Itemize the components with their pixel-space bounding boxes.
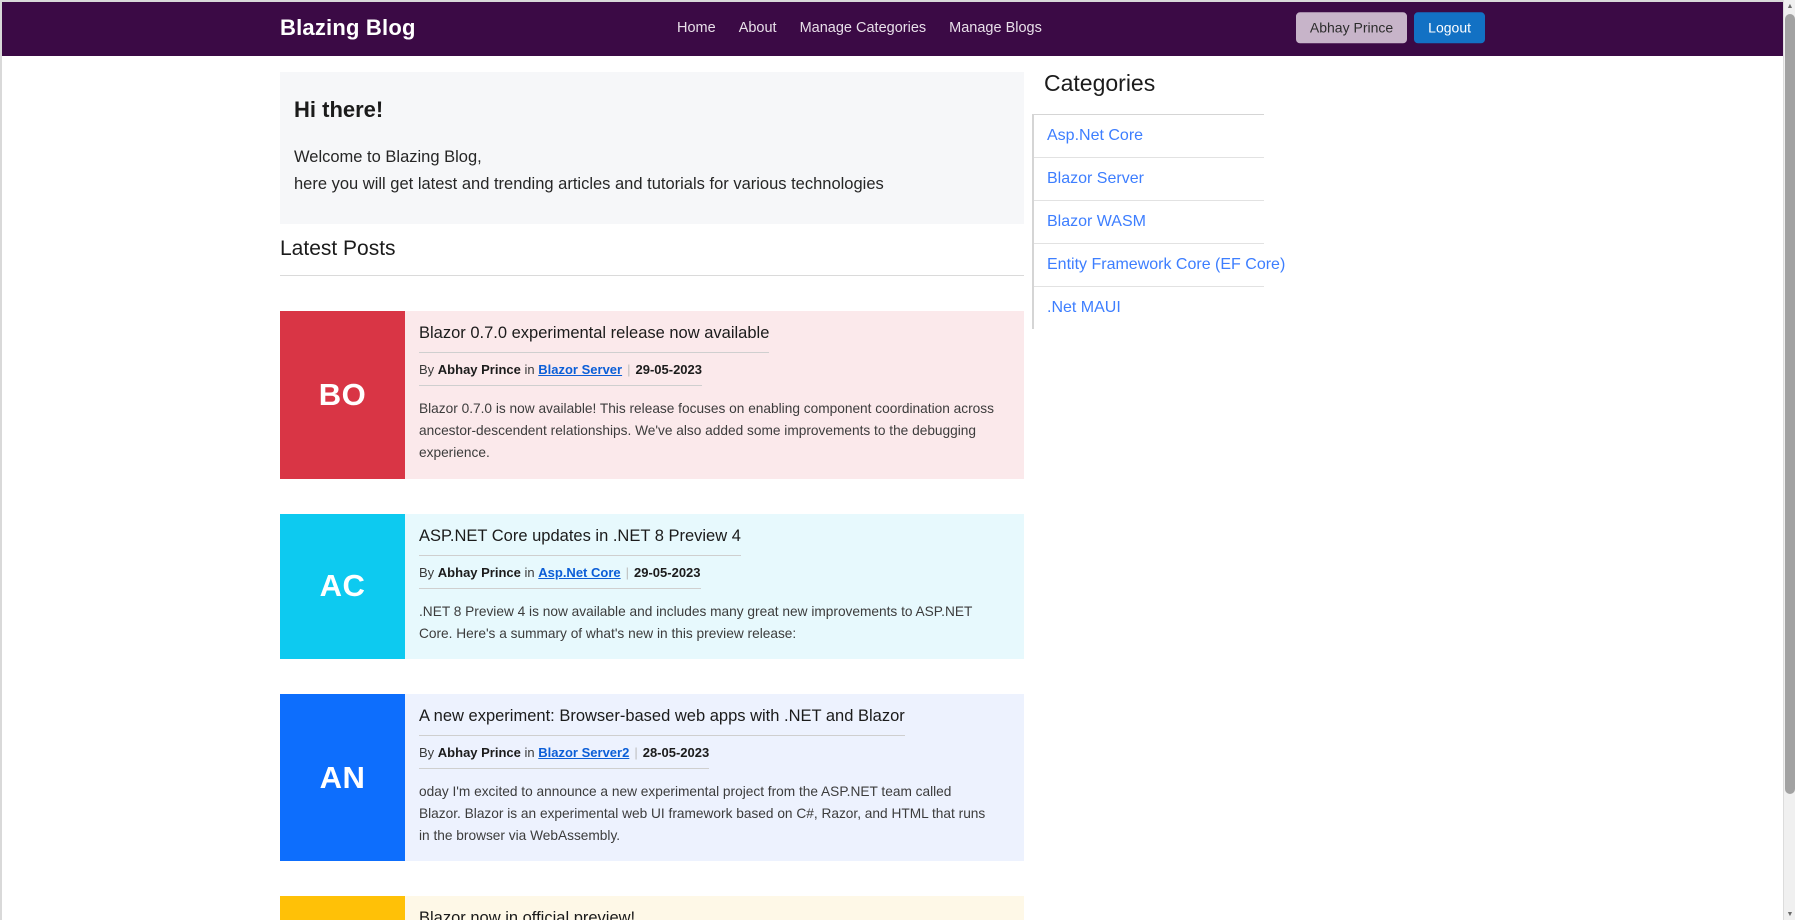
post-initials-badge: BO [280, 310, 405, 479]
post-date: 28-05-2023 [642, 744, 710, 760]
post-meta-in-label: in [524, 564, 535, 580]
post-meta-separator: | [627, 361, 631, 377]
post-meta-in-label: in [524, 361, 535, 377]
latest-posts-heading: Latest Posts [280, 237, 1024, 276]
post-description: Blazor 0.7.0 is now available! This rele… [419, 400, 994, 461]
post-title[interactable]: A new experiment: Browser-based web apps… [419, 707, 905, 736]
nav-item-home[interactable]: Home [677, 20, 716, 36]
category-list-item[interactable]: .Net MAUI [1034, 287, 1264, 329]
post-title[interactable]: Blazor 0.7.0 experimental release now av… [419, 324, 770, 353]
category-link[interactable]: Asp.Net Core [1047, 127, 1143, 144]
logout-button[interactable]: Logout [1414, 12, 1485, 44]
post-meta-in-label: in [524, 744, 535, 760]
post-initials-badge: AN [280, 693, 405, 862]
post-category-link[interactable]: Blazor Server2 [538, 745, 629, 760]
post-list: BO Blazor 0.7.0 experimental release now … [280, 310, 1024, 920]
category-list-item[interactable]: Blazor WASM [1034, 201, 1264, 244]
post-card[interactable]: BO Blazor 0.7.0 experimental release now … [280, 310, 1024, 479]
post-category-link[interactable]: Asp.Net Core [538, 565, 620, 580]
navbar-user-area: Abhay Prince Logout [1295, 12, 1485, 44]
category-list-item[interactable]: Entity Framework Core (EF Core) [1034, 244, 1285, 287]
category-link[interactable]: Entity Framework Core (EF Core) [1047, 256, 1285, 273]
scrollbar-thumb[interactable] [1785, 14, 1795, 794]
post-body: A new experiment: Browser-based web apps… [405, 694, 1024, 862]
scroll-down-arrow-icon[interactable]: ▼ [1784, 908, 1795, 920]
primary-nav: Home About Manage Categories Manage Blog… [677, 20, 1042, 36]
post-date: 29-05-2023 [634, 564, 701, 580]
top-navbar: Blazing Blog Home About Manage Categorie… [0, 0, 1783, 56]
category-list-item[interactable]: Asp.Net Core [1034, 115, 1264, 158]
welcome-text: Welcome to Blazing Blog, here you will g… [294, 144, 1010, 198]
window-left-edge [0, 0, 2, 920]
scroll-up-arrow-icon[interactable]: ▲ [1784, 0, 1795, 12]
post-meta: By Abhay Prince in Blazor Server | 29-05-2… [419, 353, 702, 386]
post-meta-separator: | [634, 744, 638, 760]
post-body: Blazor now in official preview!By Abhay … [405, 896, 1024, 920]
welcome-line-1: Welcome to Blazing Blog, [294, 148, 482, 167]
post-description: .NET 8 Preview 4 is now available and in… [419, 603, 973, 641]
welcome-banner: Hi there! Welcome to Blazing Blog, here … [280, 72, 1024, 224]
category-link[interactable]: .Net MAUI [1047, 299, 1121, 316]
post-meta: By Abhay Prince in Blazor Server2 | 28-05-… [419, 736, 710, 769]
window-top-edge [0, 0, 1795, 2]
welcome-line-2: here you will get latest and trending ar… [294, 175, 884, 194]
nav-item-about[interactable]: About [739, 20, 777, 36]
categories-sidebar: Categories Asp.Net Core Blazor Server Blaz… [1032, 70, 1285, 329]
category-list-item[interactable]: Blazor Server [1034, 158, 1264, 201]
post-title[interactable]: ASP.NET Core updates in .NET 8 Preview 4 [419, 527, 741, 556]
post-meta-by-label: By [419, 361, 435, 377]
category-link[interactable]: Blazor WASM [1047, 213, 1146, 230]
page-root: Blazing Blog Home About Manage Categorie… [0, 0, 1795, 920]
user-name-button[interactable]: Abhay Prince [1295, 12, 1408, 44]
post-initials-badge: AC [280, 513, 405, 659]
post-card[interactable]: AN A new experiment: Browser-based web ap… [280, 693, 1024, 862]
nav-item-manage-categories[interactable]: Manage Categories [800, 20, 927, 36]
post-body: ASP.NET Core updates in .NET 8 Preview 4… [405, 514, 1024, 659]
post-title[interactable]: Blazor now in official preview! [419, 909, 665, 920]
post-initials-badge: BN [280, 896, 405, 920]
post-author: Abhay Prince [437, 744, 521, 760]
post-author: Abhay Prince [437, 564, 521, 580]
post-meta: By Abhay Prince in Asp.Net Core | 29-05-20… [419, 556, 701, 589]
post-description: oday I'm excited to announce a new exper… [419, 783, 986, 844]
post-meta-by-label: By [419, 744, 435, 760]
post-meta-by-label: By [419, 564, 435, 580]
post-card[interactable]: BNBlazor now in official preview!By Abha… [280, 896, 1024, 920]
brand-title[interactable]: Blazing Blog [280, 15, 416, 41]
welcome-heading: Hi there! [294, 97, 384, 122]
category-list: Asp.Net Core Blazor Server Blazor WASM Enti… [1032, 115, 1285, 329]
category-link[interactable]: Blazor Server [1047, 170, 1144, 187]
nav-item-manage-blogs[interactable]: Manage Blogs [949, 20, 1042, 36]
page-content: Hi there! Welcome to Blazing Blog, here … [0, 56, 1783, 920]
post-meta-separator: | [625, 564, 630, 580]
vertical-scrollbar[interactable]: ▲ ▼ [1783, 0, 1795, 920]
main-column: Hi there! Welcome to Blazing Blog, here … [280, 72, 1024, 920]
categories-heading: Categories [1032, 70, 1264, 115]
post-author: Abhay Prince [437, 361, 521, 377]
post-date: 29-05-2023 [635, 361, 702, 377]
post-card[interactable]: AC ASP.NET Core updates in .NET 8 Preview… [280, 513, 1024, 659]
post-body: Blazor 0.7.0 experimental release now av… [405, 311, 1024, 479]
post-category-link[interactable]: Blazor Server [538, 362, 622, 377]
